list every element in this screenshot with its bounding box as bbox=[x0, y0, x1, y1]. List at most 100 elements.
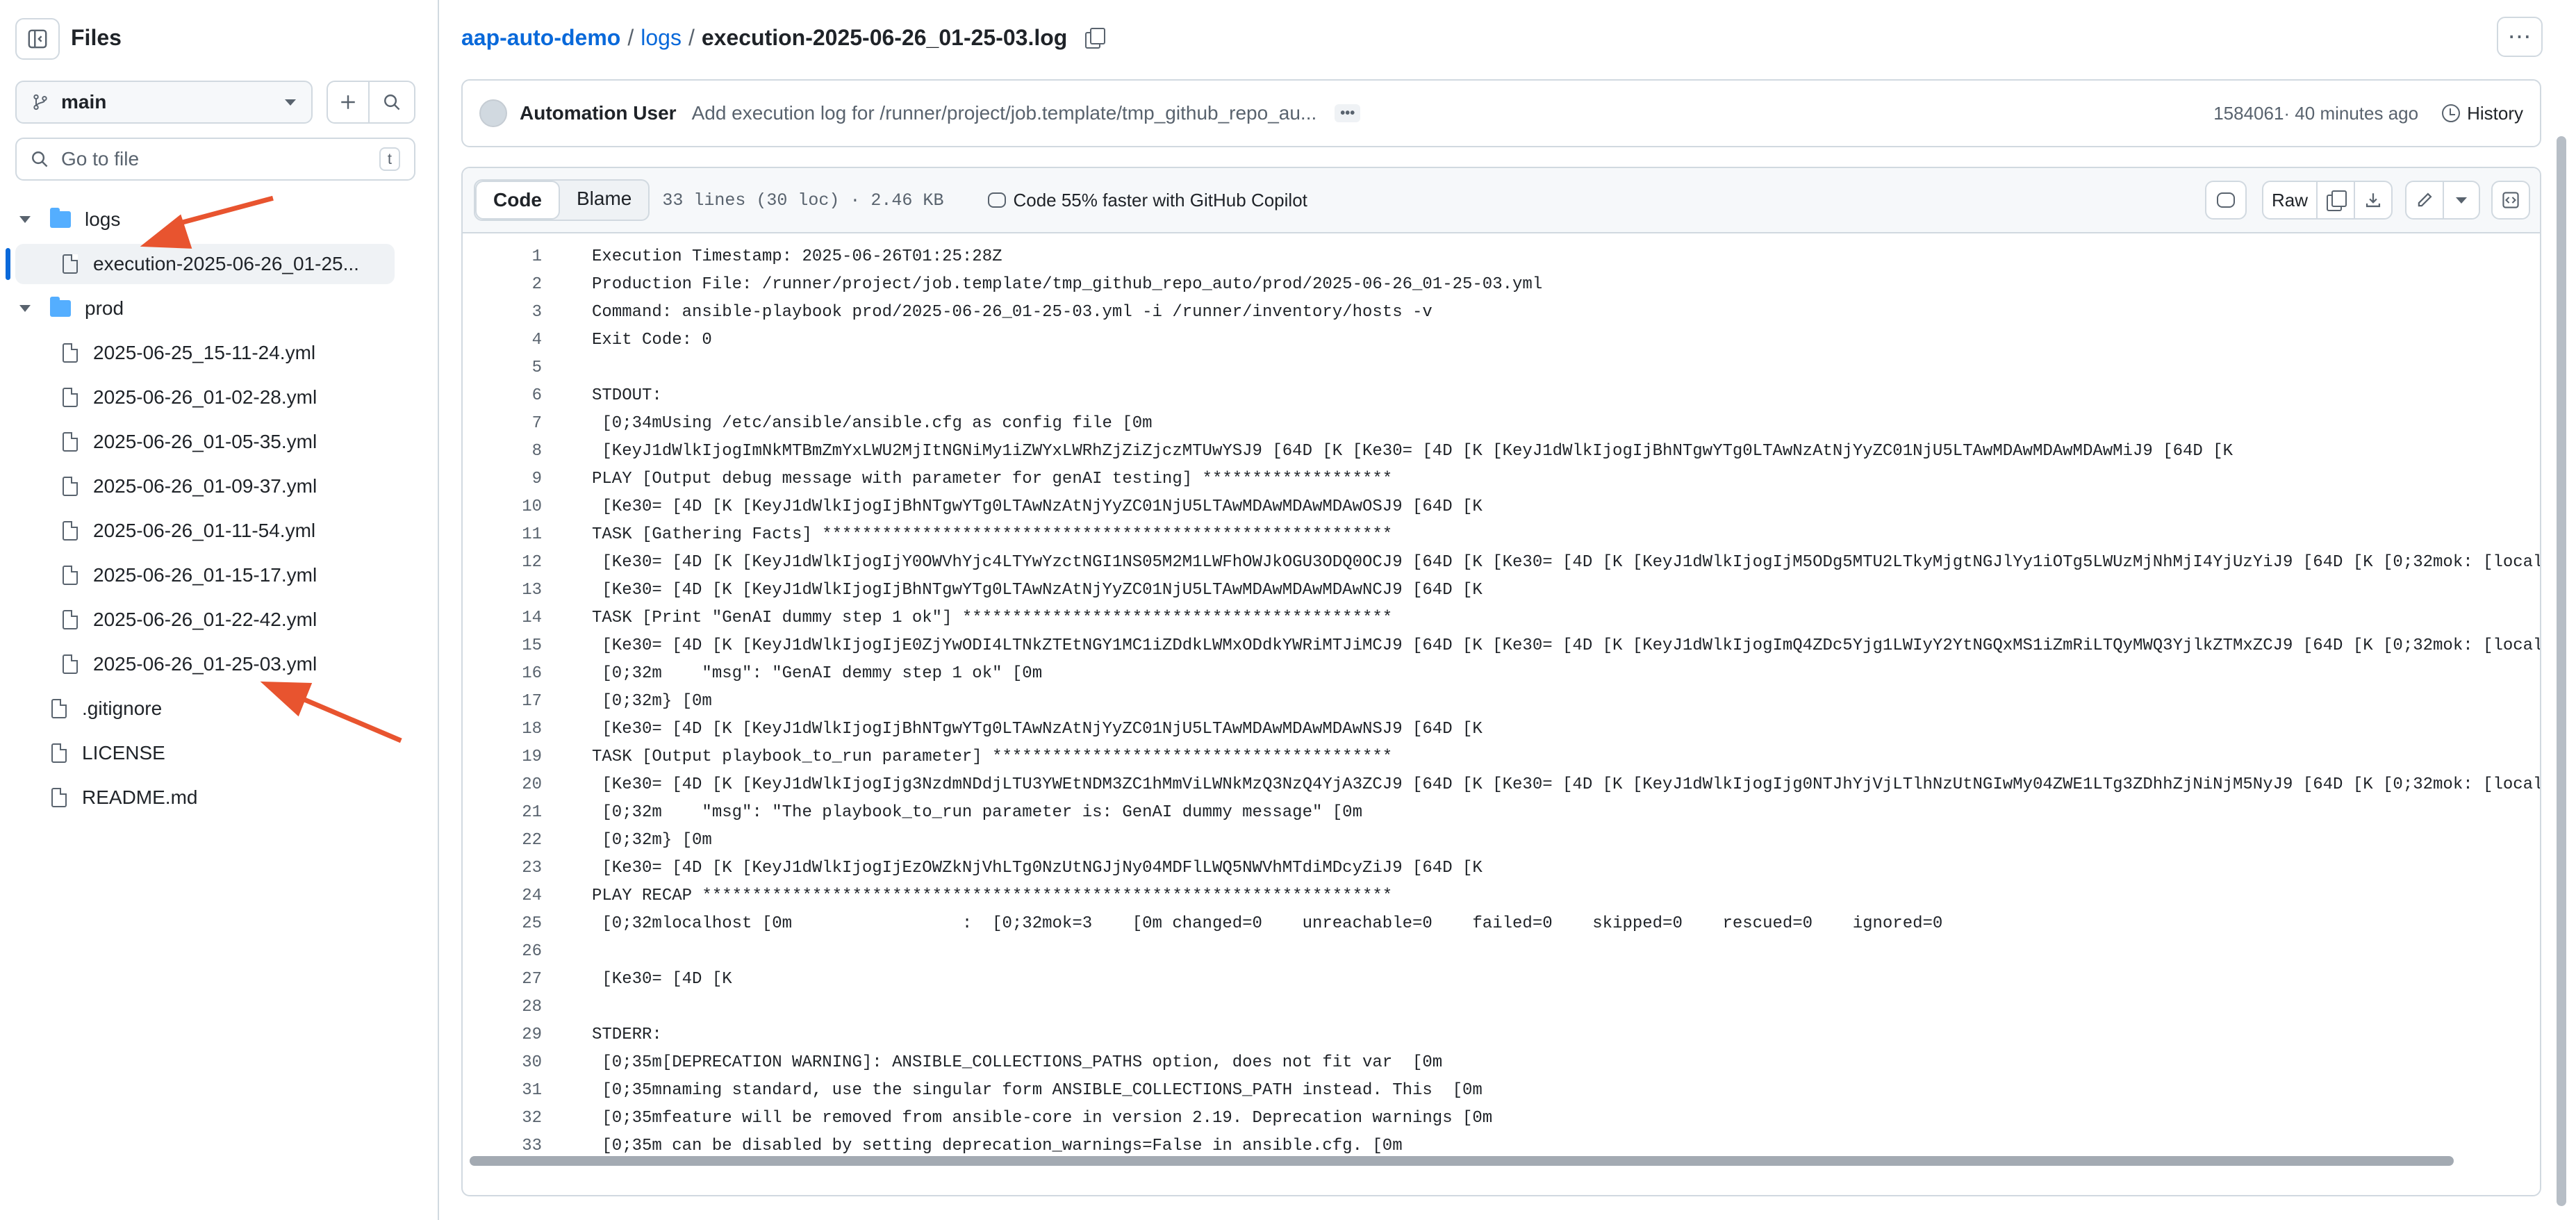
file-icon bbox=[63, 477, 78, 496]
triangle-down-icon bbox=[2456, 197, 2467, 204]
line-number[interactable]: 12 bbox=[463, 549, 542, 577]
branch-selector[interactable]: main bbox=[15, 81, 313, 124]
line-number[interactable]: 18 bbox=[463, 716, 542, 743]
more-options-button[interactable]: ⋯ bbox=[2497, 17, 2543, 57]
tree-file-gitignore[interactable]: .gitignore bbox=[15, 689, 395, 729]
code-line-text: [0;34mUsing /etc/ansible/ansible.cfg as … bbox=[592, 414, 1153, 433]
search-files-button[interactable] bbox=[368, 81, 415, 124]
commit-time: · 40 minutes ago bbox=[2284, 102, 2419, 124]
symbols-panel-button[interactable] bbox=[2491, 181, 2530, 220]
line-number[interactable]: 22 bbox=[463, 827, 542, 855]
tab-code[interactable]: Code bbox=[475, 181, 560, 220]
line-number[interactable]: 16 bbox=[463, 660, 542, 688]
code-line-text: TASK [Output playbook_to_run parameter] … bbox=[592, 748, 1393, 766]
line-number[interactable]: 29 bbox=[463, 1021, 542, 1049]
copy-path-icon[interactable] bbox=[1085, 28, 1106, 49]
tree-file-readme[interactable]: README.md bbox=[15, 777, 395, 818]
file-icon bbox=[63, 566, 78, 585]
tree-file-execution-log[interactable]: execution-2025-06-26_01-25... bbox=[15, 244, 395, 284]
file-icon bbox=[63, 432, 78, 452]
line-number[interactable]: 13 bbox=[463, 577, 542, 604]
line-number[interactable]: 23 bbox=[463, 855, 542, 882]
breadcrumb-separator: / bbox=[688, 25, 695, 50]
tree-file[interactable]: 2025-06-26_01-15-17.yml bbox=[15, 555, 395, 595]
collapse-sidebar-button[interactable] bbox=[15, 18, 60, 60]
history-clock-icon bbox=[2442, 104, 2461, 122]
tab-blame[interactable]: Blame bbox=[560, 181, 648, 220]
file-tree-sidebar: Files main Go to file t logs execution-2… bbox=[0, 0, 439, 1220]
breadcrumb-folder-link[interactable]: logs bbox=[641, 21, 682, 54]
copilot-icon bbox=[988, 192, 1007, 208]
line-number[interactable]: 28 bbox=[463, 994, 542, 1021]
line-number[interactable]: 2 bbox=[463, 271, 542, 299]
tree-folder-prod[interactable]: prod bbox=[15, 288, 395, 329]
line-number[interactable]: 14 bbox=[463, 604, 542, 632]
line-number[interactable]: 26 bbox=[463, 938, 542, 966]
line-number[interactable]: 24 bbox=[463, 882, 542, 910]
line-number[interactable]: 10 bbox=[463, 493, 542, 521]
tree-file[interactable]: 2025-06-26_01-11-54.yml bbox=[15, 511, 395, 551]
line-number[interactable]: 15 bbox=[463, 632, 542, 660]
copy-raw-button[interactable] bbox=[2316, 181, 2355, 220]
edit-options-button[interactable] bbox=[2443, 181, 2480, 220]
history-button[interactable]: History bbox=[2442, 103, 2523, 124]
tree-item-label: prod bbox=[85, 297, 124, 319]
tree-file[interactable]: 2025-06-26_01-02-28.yml bbox=[15, 377, 395, 418]
line-number[interactable]: 7 bbox=[463, 410, 542, 438]
line-number[interactable]: 31 bbox=[463, 1077, 542, 1105]
line-number[interactable]: 27 bbox=[463, 966, 542, 994]
commit-sha-link[interactable]: 1584061 bbox=[2213, 103, 2284, 124]
line-number[interactable]: 30 bbox=[463, 1049, 542, 1077]
download-button[interactable] bbox=[2354, 181, 2393, 220]
line-number[interactable]: 6 bbox=[463, 382, 542, 410]
code-line-text: TASK [Gathering Facts] *****************… bbox=[592, 525, 1393, 544]
avatar[interactable] bbox=[479, 99, 507, 127]
code-line-text: Exit Code: 0 bbox=[592, 331, 712, 349]
raw-button[interactable]: Raw bbox=[2262, 181, 2318, 220]
expand-commit-message-button[interactable]: ••• bbox=[1335, 104, 1361, 122]
tree-folder-logs[interactable]: logs bbox=[15, 199, 395, 240]
tree-file[interactable]: 2025-06-26_01-22-42.yml bbox=[15, 600, 395, 640]
code-line-text: [0;32mlocalhost [0m : [0;32mok=3 [0m cha… bbox=[592, 914, 1943, 933]
copilot-promo-link[interactable]: Code 55% faster with GitHub Copilot bbox=[988, 190, 1307, 211]
line-number[interactable]: 1 bbox=[463, 243, 542, 271]
tree-file[interactable]: 2025-06-26_01-05-35.yml bbox=[15, 422, 395, 462]
breadcrumb-file-name: execution-2025-06-26_01-25-03.log bbox=[701, 25, 1068, 50]
tree-file[interactable]: 2025-06-26_01-25-03.yml bbox=[15, 644, 395, 684]
file-icon bbox=[63, 521, 78, 541]
line-number[interactable]: 19 bbox=[463, 743, 542, 771]
code-area[interactable]: 1 Execution Timestamp: 2025-06-26T01:25:2… bbox=[463, 233, 2540, 1174]
search-icon bbox=[32, 151, 48, 167]
tree-item-label: 2025-06-26_01-11-54.yml bbox=[93, 520, 316, 541]
tree-file-license[interactable]: LICENSE bbox=[15, 733, 395, 773]
tree-file[interactable]: 2025-06-26_01-09-37.yml bbox=[15, 466, 395, 506]
code-line-text: [0;32m "msg": "GenAI demmy step 1 ok" [0… bbox=[592, 664, 1043, 683]
vertical-scrollbar[interactable] bbox=[2557, 136, 2566, 1206]
line-number[interactable]: 25 bbox=[463, 910, 542, 938]
line-number[interactable]: 4 bbox=[463, 327, 542, 354]
commit-message[interactable]: Add execution log for /runner/project/jo… bbox=[692, 102, 1317, 124]
code-line-text: Production File: /runner/project/job.tem… bbox=[592, 275, 1543, 294]
copy-icon bbox=[2327, 190, 2347, 211]
plus-icon bbox=[341, 95, 355, 109]
ask-copilot-button[interactable] bbox=[2205, 181, 2247, 220]
add-file-button[interactable] bbox=[327, 81, 370, 124]
line-number[interactable]: 11 bbox=[463, 521, 542, 549]
line-number[interactable]: 33 bbox=[463, 1132, 542, 1160]
tree-file[interactable]: 2025-06-25_15-11-24.yml bbox=[15, 333, 395, 373]
file-icon bbox=[63, 343, 78, 363]
line-number[interactable]: 8 bbox=[463, 438, 542, 465]
line-number[interactable]: 20 bbox=[463, 771, 542, 799]
line-number[interactable]: 9 bbox=[463, 465, 542, 493]
file-icon bbox=[63, 388, 78, 407]
line-number[interactable]: 17 bbox=[463, 688, 542, 716]
line-number[interactable]: 5 bbox=[463, 354, 542, 382]
line-number[interactable]: 21 bbox=[463, 799, 542, 827]
line-number[interactable]: 32 bbox=[463, 1105, 542, 1132]
commit-author[interactable]: Automation User bbox=[520, 102, 677, 124]
edit-file-button[interactable] bbox=[2405, 181, 2444, 220]
keyboard-shortcut-hint: t bbox=[379, 147, 400, 171]
go-to-file-input[interactable]: Go to file t bbox=[15, 138, 415, 181]
line-number[interactable]: 3 bbox=[463, 299, 542, 327]
breadcrumb-repo-link[interactable]: aap-auto-demo bbox=[461, 21, 620, 54]
